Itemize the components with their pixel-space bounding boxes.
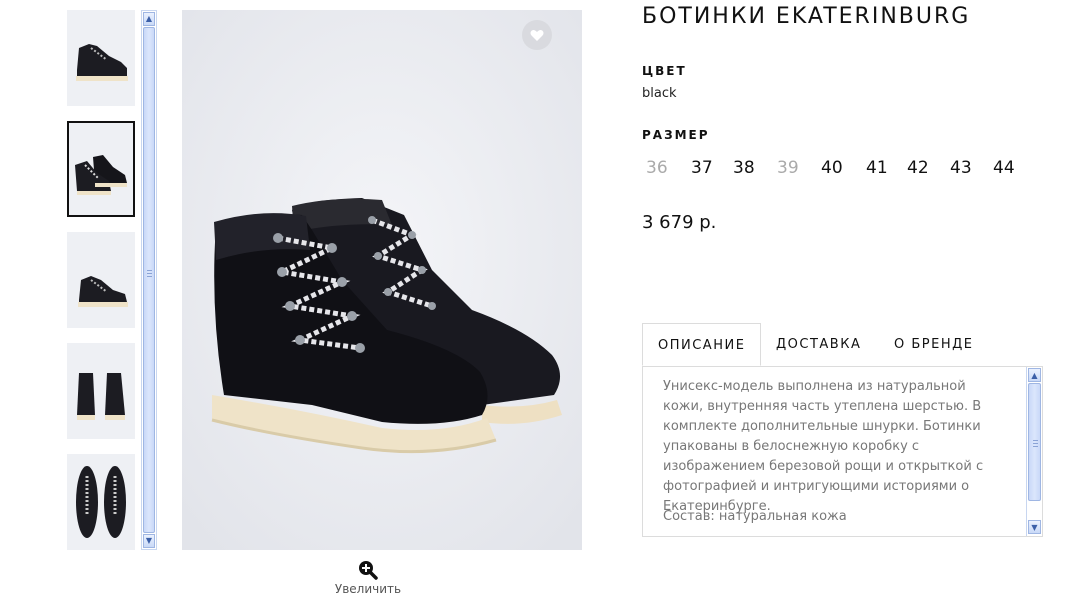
product-description: Унисекс-модель выполнена из натуральной … xyxy=(663,379,984,514)
tab-description[interactable]: ОПИСАНИЕ xyxy=(642,323,761,366)
thumbnail-back[interactable] xyxy=(67,343,135,439)
boot-pair-image xyxy=(69,123,133,215)
product-composition: Состав: натуральная кожа xyxy=(663,509,847,524)
product-title: БОТИНКИ EKATERINBURG xyxy=(642,4,971,29)
tab-brand[interactable]: О БРЕНДЕ xyxy=(879,323,988,366)
size-option-36[interactable]: 36 xyxy=(646,158,668,178)
scroll-down-arrow-icon[interactable]: ▼ xyxy=(143,534,155,548)
size-option-40[interactable]: 40 xyxy=(821,158,843,178)
info-tabs: ОПИСАНИЕ ДОСТАВКА О БРЕНДЕ xyxy=(642,323,1042,367)
size-option-41[interactable]: 41 xyxy=(866,158,888,178)
size-option-43[interactable]: 43 xyxy=(950,158,972,178)
color-label: ЦВЕТ xyxy=(642,64,687,78)
thumbnail-scrollbar[interactable]: ▲ ▼ xyxy=(141,10,157,550)
description-scrollbar[interactable]: ▲ ▼ xyxy=(1026,367,1042,536)
boot-side-low-image xyxy=(67,232,135,328)
size-option-37[interactable]: 37 xyxy=(691,158,713,178)
thumbnail-pair-angle[interactable] xyxy=(67,121,135,217)
size-option-39[interactable]: 39 xyxy=(777,158,799,178)
boot-top-image xyxy=(67,454,135,550)
zoom-label: Увеличить xyxy=(334,582,402,596)
boot-side-image xyxy=(67,10,135,106)
scrollbar-thumb[interactable] xyxy=(143,27,155,533)
scroll-up-arrow-icon[interactable]: ▲ xyxy=(1028,368,1041,382)
description-scrollbar-thumb[interactable] xyxy=(1028,383,1041,501)
heart-icon[interactable] xyxy=(522,20,552,50)
product-price: 3 679 р. xyxy=(642,212,717,233)
scroll-down-arrow-icon[interactable]: ▼ xyxy=(1028,520,1041,534)
scroll-up-arrow-icon[interactable]: ▲ xyxy=(143,12,155,26)
tab-panel-description: Унисекс-модель выполнена из натуральной … xyxy=(642,366,1043,537)
size-option-38[interactable]: 38 xyxy=(733,158,755,178)
thumbnail-side[interactable] xyxy=(67,10,135,106)
size-option-42[interactable]: 42 xyxy=(907,158,929,178)
size-option-44[interactable]: 44 xyxy=(993,158,1015,178)
size-label: РАЗМЕР xyxy=(642,128,710,142)
boot-back-image xyxy=(67,343,135,439)
thumbnail-top[interactable] xyxy=(67,454,135,550)
color-value: black xyxy=(642,86,677,101)
zoom-in-icon xyxy=(359,561,378,580)
tab-delivery[interactable]: ДОСТАВКА xyxy=(761,323,876,366)
main-product-image[interactable] xyxy=(182,10,582,550)
boot-pair-illustration xyxy=(182,10,582,550)
zoom-button[interactable]: Увеличить xyxy=(330,560,406,596)
thumbnail-side-low[interactable] xyxy=(67,232,135,328)
